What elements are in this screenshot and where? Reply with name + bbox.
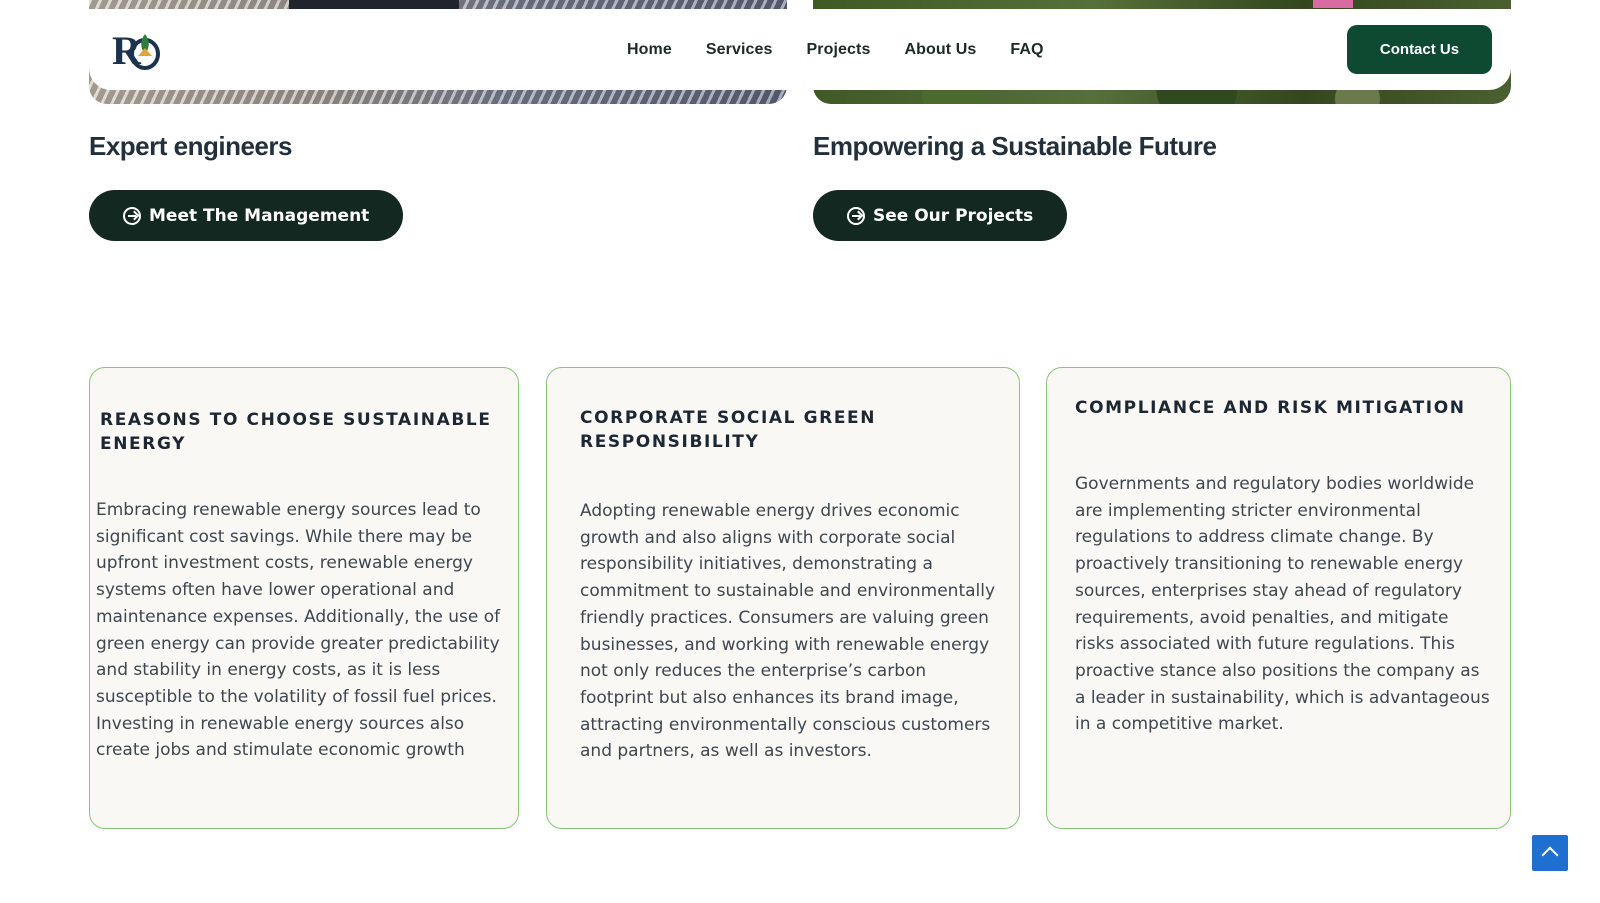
- meet-management-label: Meet The Management: [149, 205, 370, 226]
- card-title: Reasons to Choose Sustainable Energy: [100, 410, 492, 454]
- right-section-heading: Empowering a Sustainable Future: [813, 131, 1217, 161]
- card-title: Compliance and Risk Mitigation: [1075, 398, 1466, 418]
- card-title: Corporate Social Green Responsibility: [580, 408, 877, 452]
- scroll-to-top-button[interactable]: [1532, 835, 1568, 871]
- card-body: Embracing renewable energy sources lead …: [96, 500, 501, 761]
- nav-link-projects[interactable]: Projects: [807, 41, 871, 59]
- nav-link-services[interactable]: Services: [706, 41, 773, 59]
- nav-link-about[interactable]: About Us: [904, 41, 976, 59]
- card-sustainable-energy: Reasons to Choose Sustainable Energy Emb…: [89, 367, 519, 829]
- company-logo[interactable]: R: [112, 26, 162, 73]
- contact-us-button[interactable]: Contact Us: [1347, 25, 1492, 74]
- card-csr: Corporate Social Green Responsibility Ad…: [546, 367, 1020, 829]
- card-compliance: Compliance and Risk Mitigation Governmen…: [1046, 367, 1511, 829]
- see-projects-button[interactable]: See Our Projects: [813, 190, 1068, 241]
- nav-link-faq[interactable]: FAQ: [1010, 41, 1043, 59]
- left-section-heading: Expert engineers: [89, 131, 292, 161]
- see-projects-label: See Our Projects: [873, 205, 1034, 226]
- card-body: Governments and regulatory bodies worldw…: [1075, 474, 1490, 735]
- arrow-right-circle-icon: [123, 206, 141, 225]
- card-body: Adopting renewable energy drives economi…: [580, 501, 996, 762]
- main-nav: Home Services Projects About Us FAQ: [627, 9, 1078, 90]
- arrow-right-circle-icon: [847, 206, 865, 225]
- nav-link-home[interactable]: Home: [627, 41, 672, 59]
- meet-management-button[interactable]: Meet The Management: [89, 190, 404, 241]
- site-header: R Home Services Projects About Us FAQ Co…: [89, 9, 1511, 90]
